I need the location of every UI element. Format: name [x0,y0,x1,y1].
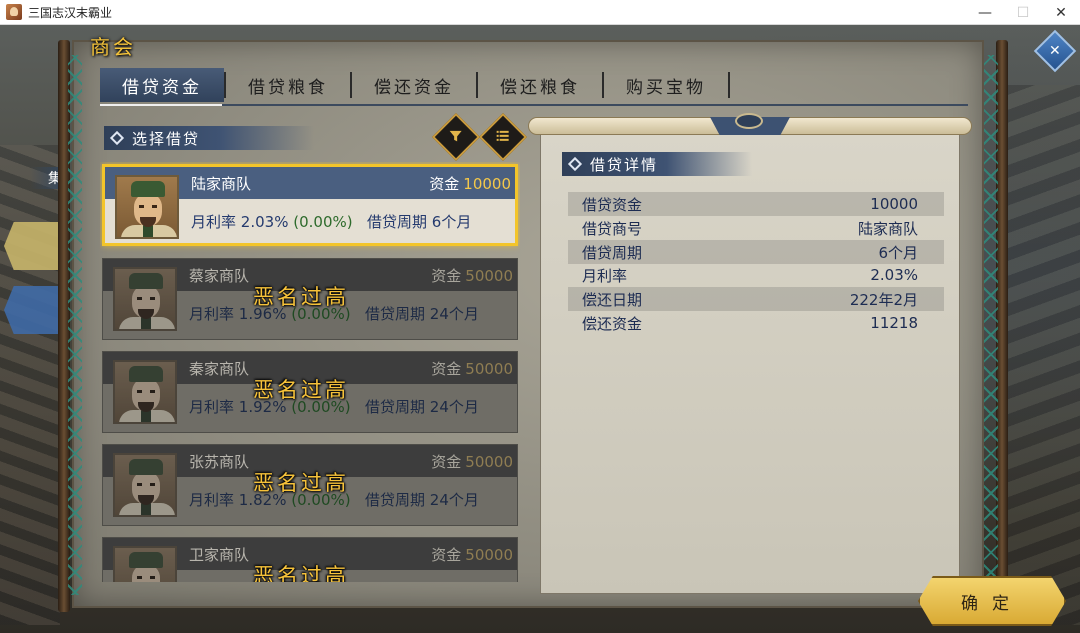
section-header-select-loan: 选择借贷 [104,126,314,150]
maximize-button: ☐ [1016,4,1030,21]
tab-repay-funds[interactable]: 偿还资金 [352,68,476,102]
detail-row: 借贷商号 陆家商队 [568,216,944,240]
detail-value: 6个月 [878,243,918,262]
loan-period: 借贷周期 24个月 [365,491,479,509]
infamy-warning: 恶名过高 [253,378,349,402]
side-decoration-blue[interactable] [4,286,58,334]
confirm-button[interactable]: 确定 [918,576,1066,626]
detail-label: 借贷商号 [582,219,643,238]
filter-icon [449,129,463,146]
detail-label: 偿还日期 [582,290,643,309]
diamond-icon [567,156,583,172]
window-titlebar: 三国志汉末霸业 — ☐ ✕ [0,0,1080,25]
loan-period: 借贷周期 24个月 [365,305,479,323]
detail-row: 月利率 2.03% [568,263,944,287]
infamy-warning: 恶名过高 [253,471,349,495]
merchant-name: 陆家商队 [191,175,252,193]
detail-value: 陆家商队 [857,219,918,238]
detail-row: 偿还日期 222年2月 [568,287,944,311]
detail-row: 借贷资金 10000 [568,192,944,216]
section-title: 借贷详情 [590,155,659,174]
active-tab-indicator [100,104,222,106]
window-controls: — ☐ ✕ [966,0,1080,25]
tab-borrow-grain[interactable]: 借贷粮食 [226,68,350,102]
detail-row: 借贷周期 6个月 [568,240,944,264]
detail-label: 偿还资金 [582,314,643,333]
side-decoration-gold[interactable] [4,222,58,270]
tab-separator [728,72,730,98]
merchant-portrait [115,175,179,239]
monthly-rate: 月利率 2.03% (0.00%) [191,213,353,231]
tab-borrow-funds[interactable]: 借贷资金 [100,68,224,102]
loan-card[interactable]: 陆家商队 资金 10000 月利率 2.03% (0.00%) 借贷周期 6个月 [102,164,518,246]
merchant-portrait [113,546,177,582]
window-title: 三国志汉末霸业 [28,5,113,20]
detail-label: 月利率 [582,266,628,285]
scroll-emblem-icon [735,113,763,129]
section-header-loan-detail: 借贷详情 [562,152,752,176]
panel-border-left [68,55,82,595]
app-icon [6,4,22,20]
detail-value: 10000 [870,195,918,213]
fund-amount: 资金 50000 [431,546,513,564]
merchant-portrait [113,360,177,424]
minimize-button[interactable]: — [966,0,1004,25]
fund-amount: 资金 50000 [431,453,513,471]
detail-label: 借贷周期 [582,243,643,262]
fund-amount: 资金 50000 [431,267,513,285]
loan-card[interactable]: 秦家商队 资金 50000 月利率 1.92% (0.00%) 借贷周期 24个月… [102,351,518,433]
tab-underline [100,104,968,106]
loan-period: 借贷周期 6个月 [367,213,472,231]
fund-amount: 资金 10000 [429,175,511,193]
panel-border-right [984,55,998,595]
loan-card[interactable]: 张苏商队 资金 50000 月利率 1.82% (0.00%) 借贷周期 24个月… [102,444,518,526]
detail-value: 2.03% [870,266,918,284]
tab-repay-grain[interactable]: 偿还粮食 [478,68,602,102]
detail-value: 222年2月 [849,290,918,309]
tab-bar: 借贷资金 借贷粮食 偿还资金 偿还粮食 购买宝物 [100,68,730,104]
loan-card[interactable]: 蔡家商队 资金 50000 月利率 1.96% (0.00%) 借贷周期 24个月… [102,258,518,340]
section-title: 选择借贷 [132,129,201,148]
merchant-name: 卫家商队 [189,546,250,564]
merchant-name: 蔡家商队 [189,267,250,285]
loan-card[interactable]: 卫家商队 资金 50000 恶名过高 [102,537,518,582]
loan-list[interactable]: 陆家商队 资金 10000 月利率 2.03% (0.00%) 借贷周期 6个月 … [100,162,520,582]
detail-row: 偿还资金 11218 [568,311,944,335]
fund-amount: 资金 50000 [431,360,513,378]
merchant-portrait [113,267,177,331]
detail-value: 11218 [870,314,918,332]
panel-title: 商会 [90,35,136,59]
close-button[interactable]: ✕ [1042,0,1080,25]
diamond-icon [109,130,125,146]
merchant-name: 张苏商队 [189,453,250,471]
infamy-warning: 恶名过高 [253,285,349,309]
merchant-portrait [113,453,177,517]
infamy-warning: 恶名过高 [253,564,349,582]
list-icon [496,129,510,146]
loan-period: 借贷周期 24个月 [365,398,479,416]
detail-label: 借贷资金 [582,195,643,214]
merchant-name: 秦家商队 [189,360,250,378]
tab-buy-treasure[interactable]: 购买宝物 [604,68,728,102]
